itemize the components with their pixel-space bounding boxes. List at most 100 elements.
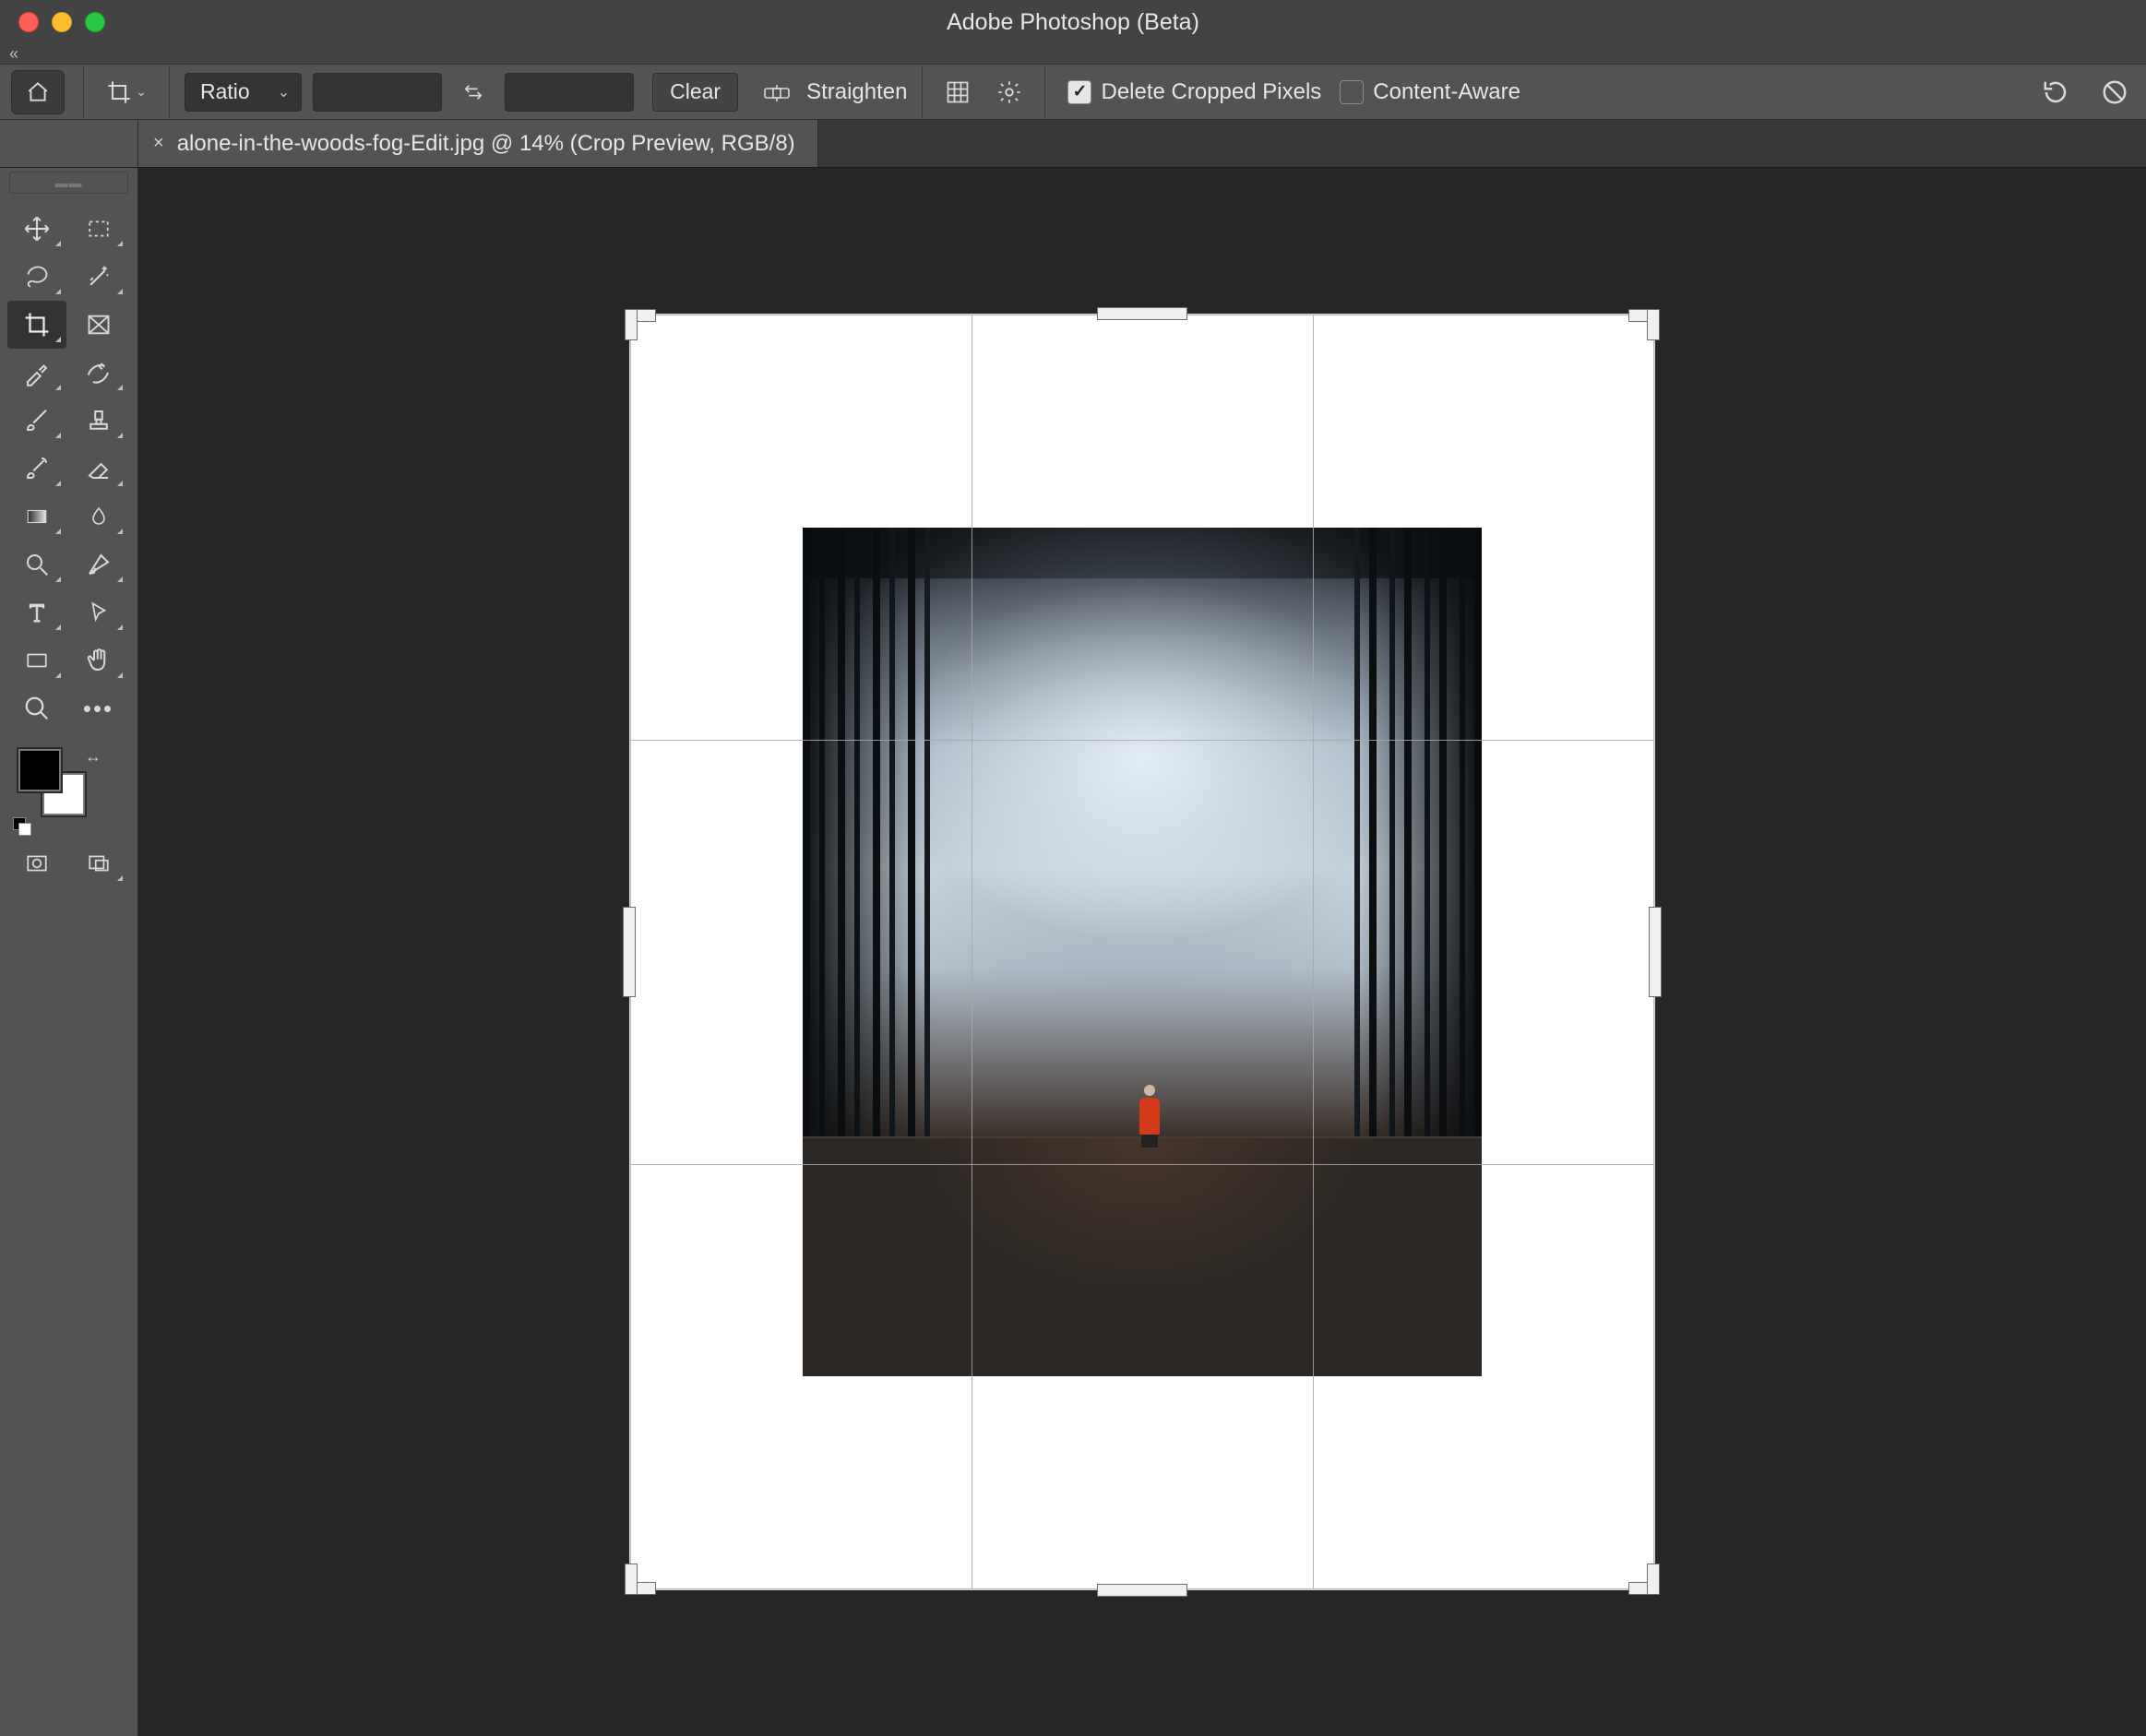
brush-tool[interactable] xyxy=(7,397,66,445)
crop-grid-line xyxy=(1313,315,1314,1588)
document-tab[interactable]: × alone-in-the-woods-fog-Edit.jpg @ 14% … xyxy=(138,120,818,167)
subject-person xyxy=(1135,1085,1164,1138)
straighten-label: Straighten xyxy=(806,79,907,105)
reset-crop-button[interactable] xyxy=(2035,72,2076,113)
swap-dimensions-button[interactable] xyxy=(453,72,494,113)
move-icon xyxy=(23,215,51,243)
crop-handle-bottom-right[interactable] xyxy=(1626,1561,1659,1594)
crop-icon xyxy=(23,311,51,339)
crop-handle-top-left[interactable] xyxy=(626,310,659,343)
app-window: Adobe Photoshop (Beta) « ⌄ Ratio ⌄ Clear… xyxy=(0,0,2146,1736)
content-aware-toggle[interactable]: Content-Aware xyxy=(1340,79,1520,105)
history-brush-tool[interactable] xyxy=(7,445,66,493)
path-selection-tool[interactable] xyxy=(69,589,128,636)
crop-handle-left[interactable] xyxy=(624,908,635,996)
wand-icon xyxy=(85,263,113,291)
overlay-options-button[interactable] xyxy=(937,72,978,113)
gear-icon xyxy=(996,79,1022,105)
rectangle-shape-tool[interactable] xyxy=(7,636,66,684)
eraser-icon xyxy=(85,455,113,482)
zoom-icon xyxy=(23,695,51,722)
brush-icon xyxy=(23,407,51,434)
options-bar: ⌄ Ratio ⌄ Clear Straighten Delete Croppe… xyxy=(0,65,2146,120)
magic-wand-tool[interactable] xyxy=(69,253,128,301)
dodge-tool[interactable] xyxy=(7,541,66,589)
straighten-button[interactable] xyxy=(757,72,797,113)
screen-mode-button[interactable] xyxy=(69,839,128,887)
cursor-icon xyxy=(87,599,111,626)
crop-handle-bottom[interactable] xyxy=(1098,1585,1186,1596)
type-tool[interactable] xyxy=(7,589,66,636)
marquee-icon xyxy=(85,217,113,241)
document-image xyxy=(803,528,1482,1376)
clone-stamp-tool[interactable] xyxy=(69,397,128,445)
collapse-strip: « xyxy=(0,44,2146,65)
ellipsis-icon: ••• xyxy=(83,695,113,723)
collapsed-panel-tab[interactable]: ▬▬ xyxy=(9,172,128,194)
crop-settings-button[interactable] xyxy=(989,72,1030,113)
gradient-tool[interactable] xyxy=(7,493,66,541)
blur-tool[interactable] xyxy=(69,493,128,541)
pen-tool[interactable] xyxy=(69,541,128,589)
move-tool[interactable] xyxy=(7,205,66,253)
tool-preset-button[interactable]: ⌄ xyxy=(99,70,154,114)
window-close-button[interactable] xyxy=(18,12,39,32)
chevron-down-icon: ⌄ xyxy=(278,83,290,101)
screenmode-icon xyxy=(85,851,113,875)
dodge-icon xyxy=(23,551,51,578)
zoom-tool[interactable] xyxy=(7,684,66,732)
default-colors-button[interactable] xyxy=(13,817,31,836)
rectangular-marquee-tool[interactable] xyxy=(69,205,128,253)
document-tab-label: alone-in-the-woods-fog-Edit.jpg @ 14% (C… xyxy=(177,131,795,157)
crop-grid-line xyxy=(631,1164,1653,1165)
type-icon xyxy=(24,600,50,625)
clear-button[interactable]: Clear xyxy=(652,73,738,112)
frame-icon xyxy=(85,312,113,338)
eraser-tool[interactable] xyxy=(69,445,128,493)
grid-icon xyxy=(945,79,971,105)
app-title: Adobe Photoshop (Beta) xyxy=(947,9,1199,36)
home-icon xyxy=(25,80,51,104)
crop-tool[interactable] xyxy=(7,301,66,349)
foreground-color-swatch[interactable] xyxy=(18,749,61,791)
quick-mask-button[interactable] xyxy=(7,839,66,887)
history-brush-icon xyxy=(23,455,51,482)
crop-icon xyxy=(106,79,132,105)
stamp-icon xyxy=(85,407,113,434)
hand-tool[interactable] xyxy=(69,636,128,684)
workspace-body: ▬▬ xyxy=(0,168,2146,1736)
crop-handle-top[interactable] xyxy=(1098,308,1186,319)
lasso-tool[interactable] xyxy=(7,253,66,301)
swap-colors-button[interactable]: ↔ xyxy=(85,747,101,767)
window-minimize-button[interactable] xyxy=(52,12,72,32)
aspect-ratio-select[interactable]: Ratio ⌄ xyxy=(185,73,302,112)
level-icon xyxy=(763,79,791,105)
swap-icon xyxy=(461,82,485,102)
crop-handle-right[interactable] xyxy=(1650,908,1661,996)
left-panel-column: ▬▬ xyxy=(0,168,138,1736)
home-button[interactable] xyxy=(11,70,65,114)
window-maximize-button[interactable] xyxy=(85,12,105,32)
lasso-icon xyxy=(23,264,51,290)
crop-handle-top-right[interactable] xyxy=(1626,310,1659,343)
canvas-viewport[interactable] xyxy=(138,168,2146,1736)
frame-tool[interactable] xyxy=(69,301,128,349)
edit-toolbar-button[interactable]: ••• xyxy=(69,684,128,732)
cancel-crop-button[interactable] xyxy=(2094,72,2135,113)
pen-icon xyxy=(85,551,113,578)
crop-bounds[interactable] xyxy=(631,315,1653,1588)
rectangle-icon xyxy=(23,648,51,672)
delete-cropped-toggle[interactable]: Delete Cropped Pixels xyxy=(1067,79,1321,105)
crop-handle-bottom-left[interactable] xyxy=(626,1561,659,1594)
eyedropper-tool[interactable] xyxy=(7,349,66,397)
close-tab-icon[interactable]: × xyxy=(153,133,164,154)
crop-height-input[interactable] xyxy=(505,73,634,112)
collapse-chevron-icon[interactable]: « xyxy=(9,44,18,64)
title-bar: Adobe Photoshop (Beta) xyxy=(0,0,2146,44)
crop-grid-line xyxy=(631,740,1653,741)
checkbox-icon xyxy=(1067,80,1091,104)
crop-width-input[interactable] xyxy=(313,73,442,112)
remove-tool[interactable] xyxy=(69,349,128,397)
hand-icon xyxy=(85,647,113,674)
checkbox-icon xyxy=(1340,80,1364,104)
